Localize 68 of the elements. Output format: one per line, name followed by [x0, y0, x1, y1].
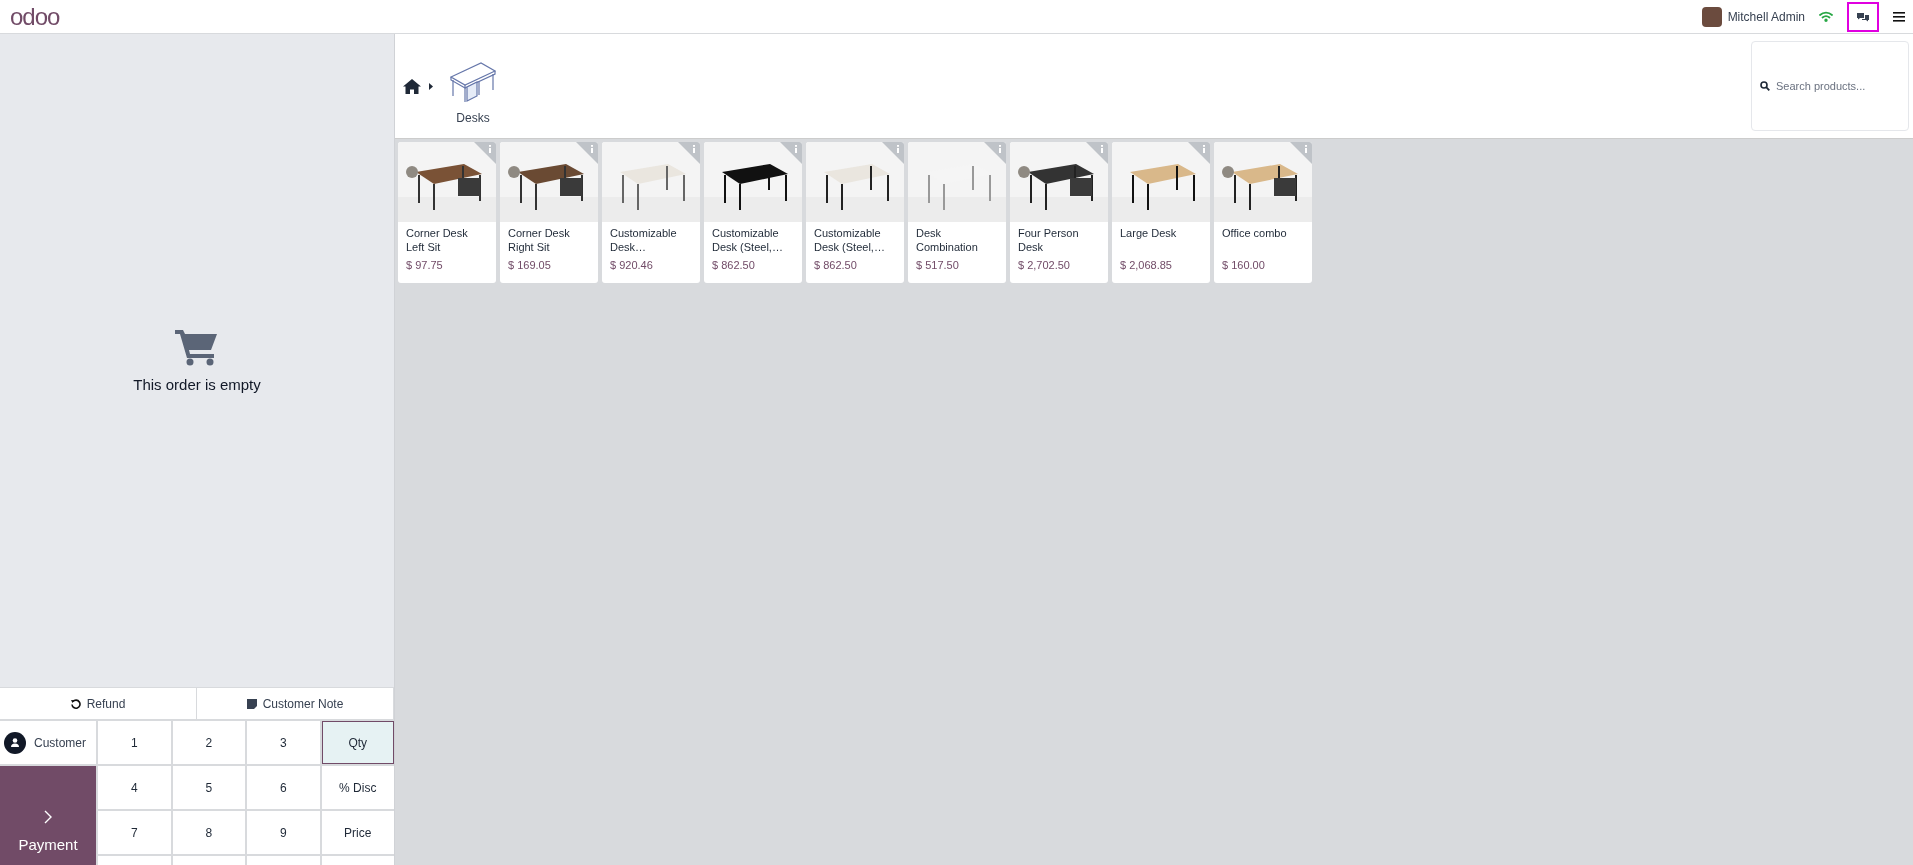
product-card[interactable]: Office combo $ 160.00 — [1214, 142, 1312, 283]
user-name[interactable]: Mitchell Admin — [1727, 9, 1805, 24]
product-name: Corner Desk Left Sit — [405, 226, 469, 255]
product-price: $ 160.00 — [1221, 259, 1266, 271]
numpad-key[interactable]: 3 — [247, 721, 320, 764]
product-card[interactable]: Four Person Desk $ 2,702.50 — [1010, 142, 1108, 283]
wifi-icon[interactable] — [1819, 11, 1833, 22]
desk-icon — [449, 61, 497, 103]
numpad-key[interactable]: 5 — [172, 766, 245, 809]
product-price: $ 97.75 — [405, 259, 444, 271]
numpad-key[interactable]: Price — [321, 811, 394, 854]
product-name: Customizable Desk… — [609, 226, 678, 255]
info-icon[interactable] — [780, 142, 802, 164]
product-card[interactable]: Large Desk $ 2,068.85 — [1112, 142, 1210, 283]
numpad-key[interactable]: 1 — [98, 721, 171, 764]
product-price: $ 920.46 — [609, 259, 654, 271]
payment-button[interactable]: Payment — [0, 766, 96, 865]
customer-button[interactable]: Customer — [0, 721, 96, 764]
info-icon[interactable] — [882, 142, 904, 164]
info-icon[interactable] — [576, 142, 598, 164]
numpad-key[interactable]: 9 — [247, 811, 320, 854]
numpad-key[interactable]: 6 — [247, 766, 320, 809]
search-icon — [1760, 81, 1770, 91]
user-avatar[interactable] — [1701, 6, 1722, 27]
home-icon[interactable] — [403, 78, 421, 94]
product-name: Four Person Desk — [1017, 226, 1080, 255]
product-name: Corner Desk Right Sit — [507, 226, 571, 255]
product-name: Customizable Desk (Steel,… — [813, 226, 886, 255]
product-name: Office combo — [1221, 226, 1288, 241]
numpad-key[interactable]: Qty — [321, 721, 394, 764]
info-icon[interactable] — [1188, 142, 1210, 164]
numpad-key[interactable]: 7 — [98, 811, 171, 854]
product-price: $ 862.50 — [813, 259, 858, 271]
search-field[interactable]: Search products... — [1751, 41, 1909, 131]
numpad-key[interactable]: 4 — [98, 766, 171, 809]
info-icon[interactable] — [474, 142, 496, 164]
menu-icon[interactable] — [1893, 11, 1905, 22]
info-icon[interactable] — [1086, 142, 1108, 164]
chat-icon — [1857, 11, 1869, 22]
product-price: $ 169.05 — [507, 259, 552, 271]
product-price: $ 2,702.50 — [1017, 259, 1071, 271]
product-price: $ 2,068.85 — [1119, 259, 1173, 271]
product-card[interactable]: Corner Desk Right Sit $ 169.05 — [500, 142, 598, 283]
product-card[interactable]: Customizable Desk (Steel,… $ 862.50 — [806, 142, 904, 283]
info-icon[interactable] — [984, 142, 1006, 164]
product-name: Large Desk — [1119, 226, 1178, 241]
product-price: $ 862.50 — [711, 259, 756, 271]
numpad-key[interactable]: 8 — [172, 811, 245, 854]
note-icon — [246, 698, 257, 709]
numpad-key[interactable]: % Disc — [321, 766, 394, 809]
product-card[interactable]: Customizable Desk (Steel,… $ 862.50 — [704, 142, 802, 283]
product-card[interactable]: Desk Combination $ 517.50 — [908, 142, 1006, 283]
chevron-right-icon — [44, 810, 52, 824]
numpad-key[interactable]: 2 — [172, 721, 245, 764]
caret-icon — [429, 82, 433, 90]
info-icon[interactable] — [1290, 142, 1312, 164]
cart-icon — [175, 328, 219, 366]
chat-button[interactable] — [1847, 1, 1879, 32]
product-card[interactable]: Corner Desk Left Sit $ 97.75 — [398, 142, 496, 283]
odoo-logo[interactable]: odoo — [10, 4, 60, 29]
product-name: Customizable Desk (Steel,… — [711, 226, 784, 255]
undo-icon — [70, 698, 81, 709]
product-price: $ 517.50 — [915, 259, 960, 271]
empty-order-message: This order is empty — [133, 376, 261, 393]
info-icon[interactable] — [678, 142, 700, 164]
product-card[interactable]: Customizable Desk… $ 920.46 — [602, 142, 700, 283]
product-name: Desk Combination — [915, 226, 979, 255]
user-icon — [4, 731, 26, 754]
